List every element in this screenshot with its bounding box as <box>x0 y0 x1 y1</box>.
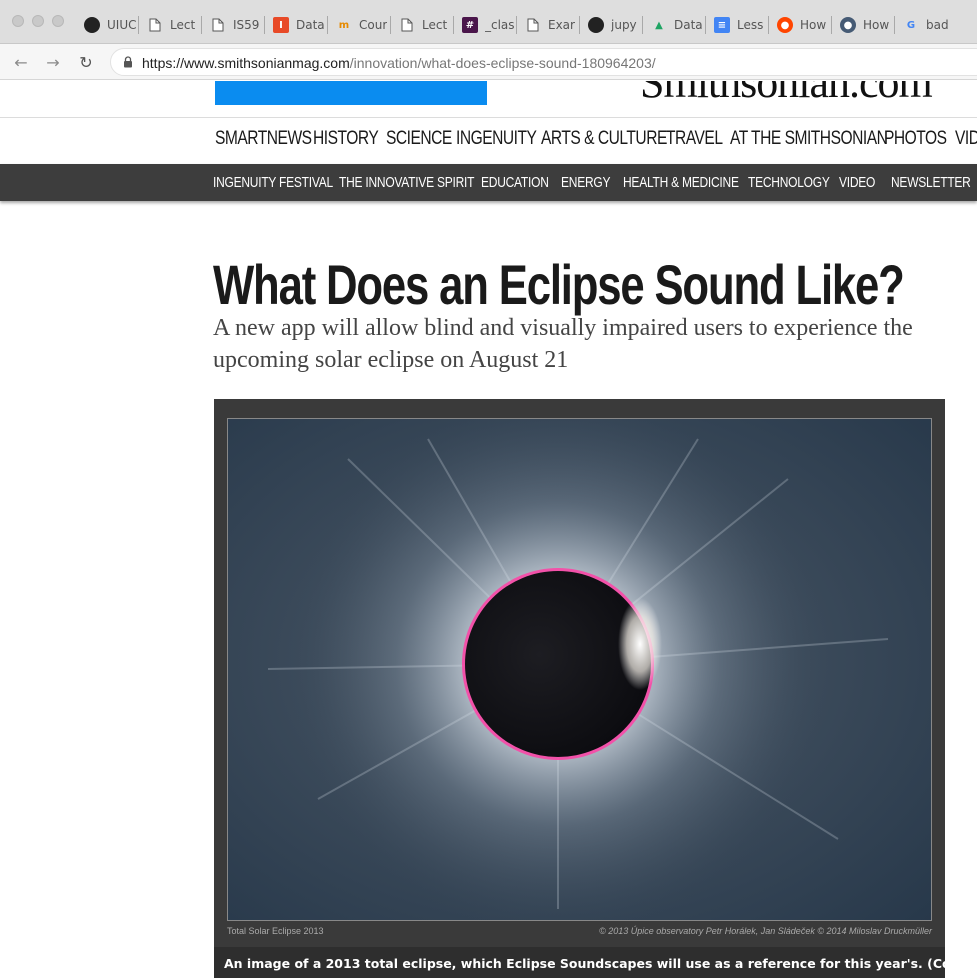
url-path: /innovation/what-does-eclipse-sound-1809… <box>349 55 656 71</box>
browser-tab-label: IS59 <box>233 18 260 32</box>
coursera-icon: m <box>338 19 350 31</box>
github-icon <box>588 17 604 33</box>
main-nav-link[interactable]: VIDEO <box>955 128 977 150</box>
image-credit-row: Total Solar Eclipse 2013 © 2013 Úpice ob… <box>227 926 932 940</box>
sub-nav-link[interactable]: INGENUITY FESTIVAL <box>213 174 333 191</box>
sub-nav-link[interactable]: THE INNOVATIVE SPIRIT <box>339 174 474 191</box>
reload-button[interactable]: ↻ <box>74 50 98 74</box>
address-bar: ← → ↻ https://www.smithsonianmag.com/inn… <box>0 44 977 80</box>
browser-tab[interactable]: ≡ Less <box>706 8 769 42</box>
site-header: Smithsonian.com <box>0 81 977 117</box>
stackexchange-icon: ● <box>840 17 856 33</box>
browser-tab-label: Lect <box>422 18 448 32</box>
document-icon <box>210 17 226 33</box>
figure-caption: An image of a 2013 total eclipse, which … <box>214 947 945 978</box>
main-nav-link[interactable]: PHOTOS <box>884 128 947 150</box>
google-docs-icon: ≡ <box>714 17 730 33</box>
document-icon <box>525 17 541 33</box>
main-navigation: SMARTNEWS HISTORY SCIENCE INGENUITY ARTS & C… <box>0 117 977 164</box>
url-text: https://www.smithsonianmag.com/innovatio… <box>142 55 656 71</box>
article-headline: What Does an Eclipse Sound Like? <box>213 253 905 316</box>
main-nav-link[interactable]: TRAVEL <box>666 128 723 150</box>
browser-tab[interactable]: # _clas <box>454 8 517 42</box>
article-figure: Total Solar Eclipse 2013 © 2013 Úpice ob… <box>214 399 945 978</box>
main-nav-link[interactable]: ARTS & CULTURE <box>541 128 667 150</box>
illinois-icon: I <box>273 17 289 33</box>
github-icon <box>84 17 100 33</box>
sub-nav-link[interactable]: VIDEO <box>839 174 875 191</box>
arrow-right-icon: → <box>46 52 60 72</box>
main-nav-link[interactable]: SCIENCE <box>386 128 452 150</box>
browser-tab-label: bad <box>926 18 949 32</box>
google-icon: G <box>906 19 916 31</box>
browser-tab-label: jupy <box>611 18 637 32</box>
url-domain: https://www.smithsonianmag.com <box>142 55 350 71</box>
browser-tab[interactable]: Gbad <box>895 8 958 42</box>
zoom-window-button[interactable] <box>52 15 64 27</box>
document-icon <box>147 17 163 33</box>
sub-nav-link[interactable]: TECHNOLOGY <box>748 174 830 191</box>
browser-tab[interactable]: IS59 <box>202 8 265 42</box>
arrow-left-icon: ← <box>14 52 28 72</box>
image-credit: © 2013 Úpice observatory Petr Horálek, J… <box>599 926 932 936</box>
browser-tab[interactable]: Exar <box>517 8 580 42</box>
browser-tab-label: Cour <box>359 18 388 32</box>
browser-tab-label: Data <box>674 18 703 32</box>
reload-icon: ↻ <box>79 52 93 72</box>
sub-nav-link[interactable]: ENERGY <box>561 174 610 191</box>
eclipse-image <box>228 419 931 920</box>
browser-tab-label: Lect <box>170 18 196 32</box>
eclipse-photo[interactable] <box>227 418 932 921</box>
browser-tab-label: Less <box>737 18 764 32</box>
sub-nav-link[interactable]: NEWSLETTER <box>891 174 971 191</box>
url-field[interactable]: https://www.smithsonianmag.com/innovatio… <box>110 48 977 76</box>
browser-tab-label: _clas <box>485 18 515 32</box>
browser-tab-label: Data <box>296 18 325 32</box>
browser-tab-label: UIUC <box>107 18 137 32</box>
sub-nav-link[interactable]: HEALTH & MEDICINE <box>623 174 739 191</box>
browser-tab[interactable]: UIUC <box>76 8 139 42</box>
browser-tab-bar: UIUC Lect IS59 I Data m Cour Lect # _clas Exar jupy… <box>0 0 977 44</box>
tab-strip: UIUC Lect IS59 I Data m Cour Lect # _clas Exar jupy… <box>76 8 958 42</box>
browser-tab[interactable]: ● How <box>769 8 832 42</box>
browser-tab[interactable]: ● How <box>832 8 895 42</box>
main-nav-link[interactable]: HISTORY <box>313 128 379 150</box>
main-nav-link[interactable]: INGENUITY <box>456 128 537 150</box>
browser-tab[interactable]: Lect <box>139 8 202 42</box>
browser-tab[interactable]: ▲ Data <box>643 8 706 42</box>
browser-tab[interactable]: I Data <box>265 8 328 42</box>
sub-navigation: INGENUITY FESTIVAL THE INNOVATIVE SPIRIT E… <box>0 164 977 201</box>
site-logo[interactable]: Smithsonian.com <box>640 81 933 108</box>
document-icon <box>399 17 415 33</box>
browser-tab[interactable]: Lect <box>391 8 454 42</box>
article-dek: A new app will allow blind and visually … <box>213 315 913 373</box>
back-button[interactable]: ← <box>9 50 33 74</box>
main-nav-link[interactable]: AT THE SMITHSONIAN <box>730 128 888 150</box>
browser-tab-label: How <box>863 18 890 32</box>
main-nav-link[interactable]: SMARTNEWS <box>215 128 312 150</box>
google-drive-icon: ▲ <box>655 19 663 31</box>
sub-nav-link[interactable]: EDUCATION <box>481 174 549 191</box>
lock-icon <box>124 56 132 68</box>
forward-button[interactable]: → <box>41 50 65 74</box>
minimize-window-button[interactable] <box>32 15 44 27</box>
image-title: Total Solar Eclipse 2013 <box>227 926 324 936</box>
browser-tab[interactable]: jupy <box>580 8 643 42</box>
browser-tab-label: How <box>800 18 827 32</box>
browser-tab-label: Exar <box>548 18 575 32</box>
ad-banner[interactable] <box>215 81 487 105</box>
browser-tab[interactable]: m Cour <box>328 8 391 42</box>
close-window-button[interactable] <box>12 15 24 27</box>
slack-icon: # <box>462 17 478 33</box>
reddit-icon: ● <box>777 17 793 33</box>
